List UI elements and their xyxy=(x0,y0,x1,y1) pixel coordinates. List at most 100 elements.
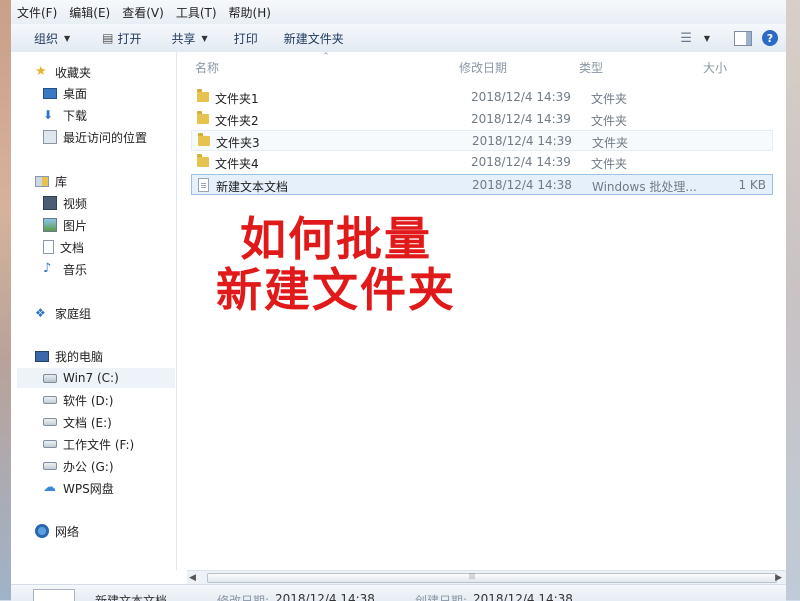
nav-pictures[interactable]: 图片 xyxy=(43,215,87,235)
navigation-pane: ★ 收藏夹 桌面 ⬇ 下载 最近访问的位置 库 视频 图片 文档 ♪ 音乐 ❖ … xyxy=(11,52,177,570)
table-row[interactable]: 文件夹2 2018/12/4 14:39 文件夹 xyxy=(191,109,773,130)
nav-drive-d[interactable]: 软件 (D:) xyxy=(43,390,113,410)
file-name: 文件夹3 xyxy=(216,136,260,150)
drive-icon xyxy=(43,396,57,404)
drive-icon xyxy=(43,440,57,448)
nav-favorites[interactable]: ★ 收藏夹 xyxy=(35,62,91,82)
column-header-type[interactable]: 类型 xyxy=(579,59,603,76)
table-row[interactable]: 文件夹1 2018/12/4 14:39 文件夹 xyxy=(191,87,773,108)
nav-wps[interactable]: ☁ WPS网盘 xyxy=(43,478,114,498)
nav-drive-e[interactable]: 文档 (E:) xyxy=(43,412,112,432)
organize-label: 组织 xyxy=(34,31,59,46)
chevron-down-icon[interactable]: ▼ xyxy=(704,34,710,43)
explorer-window: 文件(F) 编辑(E) 查看(V) 工具(T) 帮助(H) 组织 ▼ ▤ 打开 … xyxy=(11,0,786,601)
nav-label: 家庭组 xyxy=(55,306,92,321)
star-icon: ★ xyxy=(35,64,47,79)
document-icon xyxy=(43,240,54,254)
nav-label: 网络 xyxy=(55,524,80,539)
table-row[interactable]: 新建文本文档 2018/12/4 14:38 Windows 批处理... 1 … xyxy=(191,174,773,195)
table-row[interactable]: 文件夹3 2018/12/4 14:39 文件夹 xyxy=(191,130,773,151)
video-icon xyxy=(43,196,57,210)
nav-music[interactable]: ♪ 音乐 xyxy=(43,259,87,279)
background-right-edge xyxy=(786,0,800,600)
open-icon: ▤ xyxy=(102,31,114,45)
preview-pane-icon[interactable] xyxy=(734,30,752,46)
system-drive-icon xyxy=(43,373,57,383)
network-icon xyxy=(35,524,49,538)
file-date: 2018/12/4 14:38 xyxy=(472,178,572,192)
overlay-line-1: 如何批量 xyxy=(240,212,432,266)
nav-label: 音乐 xyxy=(63,262,88,277)
column-header-size[interactable]: 大小 xyxy=(703,59,727,76)
file-type: Windows 批处理... xyxy=(592,180,697,194)
nav-drive-g[interactable]: 办公 (G:) xyxy=(43,456,114,476)
menu-file[interactable]: 文件(F) xyxy=(11,4,63,21)
nav-label: 文档 (E:) xyxy=(63,415,112,430)
table-row[interactable]: 文件夹4 2018/12/4 14:39 文件夹 xyxy=(191,152,773,173)
view-options-icon[interactable]: ☰ xyxy=(680,31,692,46)
nav-drive-c[interactable]: Win7 (C:) xyxy=(17,368,175,388)
new-folder-button[interactable]: 新建文件夹 xyxy=(275,27,353,49)
nav-label: 桌面 xyxy=(63,86,88,101)
nav-label: 最近访问的位置 xyxy=(63,130,148,145)
help-icon[interactable]: ? xyxy=(762,30,778,46)
scroll-left-icon[interactable]: ◀ xyxy=(189,573,196,583)
menu-view[interactable]: 查看(V) xyxy=(116,4,170,21)
nav-desktop[interactable]: 桌面 xyxy=(43,83,87,103)
file-name: 文件夹4 xyxy=(215,157,259,171)
file-type: 文件夹 xyxy=(591,157,628,171)
recent-places-icon xyxy=(43,130,57,144)
share-button[interactable]: 共享 ▼ xyxy=(163,27,217,49)
file-date: 2018/12/4 14:39 xyxy=(471,90,571,104)
computer-icon xyxy=(35,350,49,362)
menu-tools[interactable]: 工具(T) xyxy=(170,4,223,21)
folder-icon xyxy=(197,154,209,167)
nav-documents[interactable]: 文档 xyxy=(43,237,84,257)
title-overlay: 如何批量 新建文件夹 xyxy=(201,214,471,315)
horizontal-scrollbar[interactable]: ◀ ||| ▶ xyxy=(187,570,786,585)
nav-label: WPS网盘 xyxy=(63,481,114,496)
nav-label: 文档 xyxy=(60,240,85,255)
scroll-grip-icon: ||| xyxy=(469,573,476,580)
music-icon: ♪ xyxy=(43,261,52,276)
column-header-name[interactable]: 名称 xyxy=(195,59,219,76)
overlay-line-2: 新建文件夹 xyxy=(216,262,456,317)
file-type: 文件夹 xyxy=(592,136,629,150)
file-name: 文件夹1 xyxy=(215,92,259,106)
organize-button[interactable]: 组织 ▼ xyxy=(25,27,79,49)
print-button[interactable]: 打印 xyxy=(225,27,267,49)
nav-label: 我的电脑 xyxy=(55,349,104,364)
menu-help[interactable]: 帮助(H) xyxy=(223,4,277,21)
nav-library[interactable]: 库 xyxy=(35,171,67,191)
folder-icon xyxy=(197,89,209,102)
file-date: 2018/12/4 14:39 xyxy=(471,112,571,126)
file-size: 1 KB xyxy=(738,178,766,192)
nav-label: 视频 xyxy=(63,196,88,211)
nav-label: 收藏夹 xyxy=(55,65,92,80)
open-label: 打开 xyxy=(117,31,142,46)
nav-drive-f[interactable]: 工作文件 (F:) xyxy=(43,434,134,454)
chevron-down-icon: ▼ xyxy=(64,33,71,43)
picture-icon xyxy=(43,218,57,232)
nav-downloads[interactable]: ⬇ 下载 xyxy=(43,105,87,125)
nav-videos[interactable]: 视频 xyxy=(43,193,87,213)
nav-label: 图片 xyxy=(63,218,88,233)
file-date: 2018/12/4 14:39 xyxy=(471,155,571,169)
menu-edit[interactable]: 编辑(E) xyxy=(63,4,116,21)
scroll-right-icon[interactable]: ▶ xyxy=(775,573,782,583)
nav-computer[interactable]: 我的电脑 xyxy=(35,346,103,366)
desktop-icon xyxy=(43,87,57,99)
column-header-date[interactable]: 修改日期 xyxy=(459,59,507,76)
open-button[interactable]: ▤ 打开 xyxy=(93,27,150,49)
file-name: 新建文本文档 xyxy=(216,180,289,194)
download-icon: ⬇ xyxy=(43,108,54,122)
file-date: 2018/12/4 14:39 xyxy=(472,134,572,148)
scroll-thumb[interactable] xyxy=(207,573,777,583)
nav-label: 办公 (G:) xyxy=(63,459,114,474)
nav-label: 软件 (D:) xyxy=(63,393,114,408)
cloud-icon: ☁ xyxy=(43,480,56,495)
nav-homegroup[interactable]: ❖ 家庭组 xyxy=(35,303,91,323)
nav-recent[interactable]: 最近访问的位置 xyxy=(43,127,147,147)
nav-network[interactable]: 网络 xyxy=(35,521,79,541)
file-preview-icon xyxy=(33,589,75,601)
